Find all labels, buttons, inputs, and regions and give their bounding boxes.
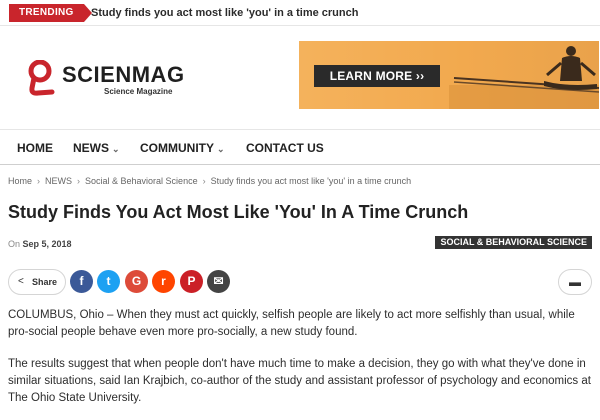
facebook-share-button[interactable]: f	[70, 270, 93, 293]
breadcrumb-separator-icon: ›	[202, 176, 206, 186]
banner-ad[interactable]: LEARN MORE ››	[299, 41, 599, 109]
comment-icon: ▬	[569, 275, 581, 289]
date-prefix: On	[8, 239, 21, 249]
breadcrumb-news[interactable]: NEWS	[45, 176, 72, 186]
share-label: Share	[32, 277, 58, 287]
nav-contact-us[interactable]: CONTACT US	[246, 141, 324, 155]
article-meta: On Sep 5, 2018	[8, 239, 72, 249]
trending-bar: TRENDING Study finds you act most like '…	[0, 0, 600, 26]
logo-name: SCIENMAG	[62, 62, 185, 87]
chevron-down-icon: ⌄	[112, 144, 120, 154]
nav-community[interactable]: COMMUNITY ⌄	[140, 141, 225, 155]
site-logo[interactable]: SCIENMAG Science Magazine	[26, 60, 196, 116]
pinterest-share-button[interactable]: P	[180, 270, 203, 293]
publish-date: Sep 5, 2018	[22, 239, 72, 249]
nav-news-label: NEWS	[73, 141, 109, 155]
facebook-icon: f	[79, 274, 84, 288]
nav-home[interactable]: HOME	[17, 141, 53, 155]
google-plus-icon: G	[131, 274, 142, 288]
breadcrumb-category[interactable]: Social & Behavioral Science	[85, 176, 198, 186]
page-title: Study Finds You Act Most Like 'You' In A…	[8, 202, 469, 222]
logo-tagline: Science Magazine	[104, 87, 173, 96]
main-nav: HOME NEWS ⌄ COMMUNITY ⌄ CONTACT US	[0, 129, 600, 165]
breadcrumb-current: Study finds you act most like 'you' in a…	[210, 176, 412, 186]
category-badge[interactable]: SOCIAL & BEHAVIORAL SCIENCE	[435, 236, 592, 249]
pinterest-icon: P	[187, 274, 196, 288]
reddit-icon: r	[161, 274, 166, 288]
reddit-share-button[interactable]: r	[152, 270, 175, 293]
breadcrumb-separator-icon: ›	[77, 176, 81, 186]
site-header: SCIENMAG Science Magazine LEARN MORE ››	[0, 27, 600, 129]
trending-headline-link[interactable]: Study finds you act most like 'you' in a…	[91, 7, 358, 19]
breadcrumb: Home › NEWS › Social & Behavioral Science › St…	[8, 176, 411, 186]
breadcrumb-separator-icon: ›	[37, 176, 41, 186]
google-plus-share-button[interactable]: G	[125, 270, 148, 293]
article-paragraph: COLUMBUS, Ohio – When they must act quic…	[8, 309, 575, 338]
share-icon: <	[18, 276, 24, 287]
nav-home-label: HOME	[17, 141, 53, 155]
breadcrumb-home[interactable]: Home	[8, 176, 32, 186]
email-share-button[interactable]: ✉	[207, 270, 230, 293]
twitter-share-button[interactable]: t	[97, 270, 120, 293]
nav-news[interactable]: NEWS ⌄	[73, 141, 120, 155]
article-paragraph: The results suggest that when people don…	[8, 358, 591, 404]
trending-badge: TRENDING	[9, 4, 92, 22]
comments-button[interactable]: ▬	[558, 269, 592, 295]
logo-mark-icon	[28, 60, 55, 96]
twitter-icon: t	[106, 274, 111, 288]
ad-learn-more-button[interactable]: LEARN MORE ››	[314, 65, 440, 87]
nav-contact-us-label: CONTACT US	[246, 141, 324, 155]
share-button[interactable]: < Share	[8, 269, 66, 295]
email-icon: ✉	[213, 274, 224, 288]
rowing-silhouette-icon	[449, 46, 599, 109]
chevron-down-icon: ⌄	[217, 144, 225, 154]
nav-community-label: COMMUNITY	[140, 141, 214, 155]
